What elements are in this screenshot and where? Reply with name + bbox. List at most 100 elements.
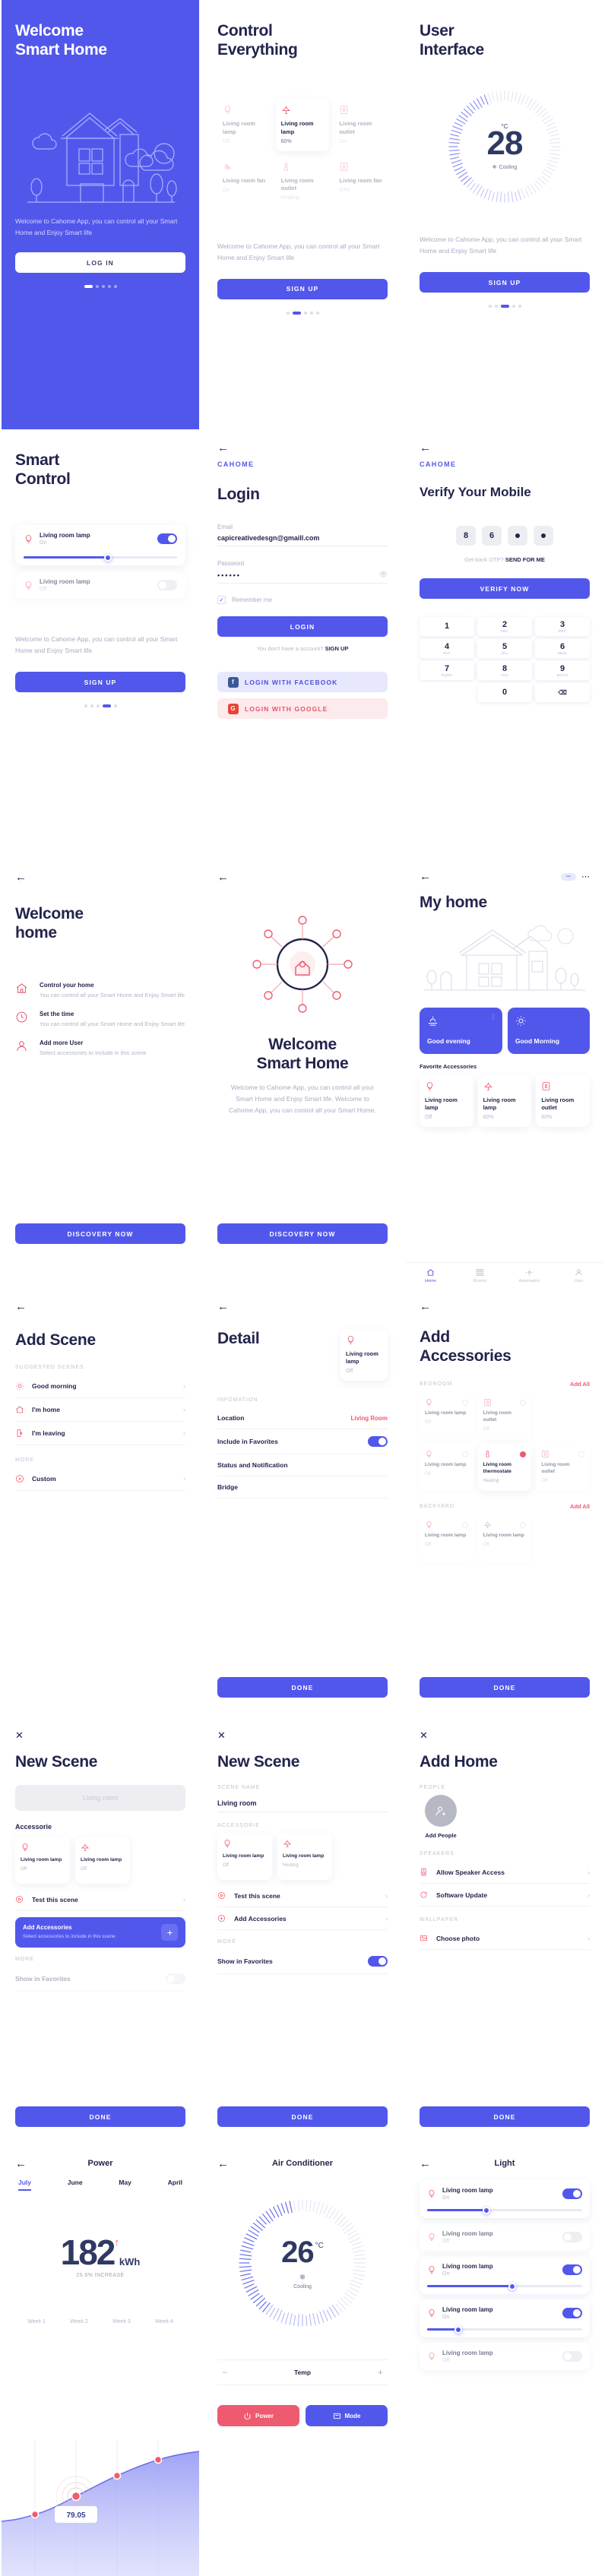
power-button[interactable]: Power <box>217 2405 299 2426</box>
signup-link[interactable]: SIGN UP <box>325 645 349 652</box>
scene-option[interactable]: I'm home › <box>15 1398 185 1422</box>
month-tabs[interactable]: July June May April <box>15 2179 185 2191</box>
pagination-dots[interactable] <box>15 704 185 708</box>
accessory-card[interactable]: Living room outlet Off <box>477 1392 532 1440</box>
back-arrow-icon[interactable]: ← <box>217 2158 229 2169</box>
key-2[interactable]: 2 ABC <box>477 617 532 636</box>
checkbox-checked-icon[interactable] <box>520 1451 527 1457</box>
email-field[interactable]: capicreativedesgn@gmaill.com <box>217 534 388 542</box>
key-7[interactable]: 7 PQRS <box>420 661 474 680</box>
minus-button[interactable]: − <box>222 2367 227 2378</box>
lamp-toggle[interactable] <box>562 2232 582 2242</box>
key-1[interactable]: 1 <box>420 617 474 636</box>
checkbox-icon[interactable] <box>461 1521 468 1528</box>
device-card[interactable]: Living room outlet Heating <box>275 155 330 207</box>
light-list[interactable]: Living room lamp On Living room lamp Off… <box>420 2180 590 2370</box>
done-button[interactable]: DONE <box>420 2106 590 2127</box>
scene-option-custom[interactable]: Custom › <box>15 1467 185 1492</box>
back-arrow-icon[interactable]: ← <box>217 872 229 883</box>
tab-april[interactable]: April <box>168 2179 182 2191</box>
key-8[interactable]: 8 TUV <box>477 661 532 680</box>
lamp-toggle[interactable] <box>562 2308 582 2318</box>
lamp-row[interactable]: Living room lamp On <box>420 2256 590 2294</box>
back-arrow-icon[interactable]: ← <box>420 2158 431 2169</box>
scene-option[interactable]: I'm leaving › <box>15 1422 185 1446</box>
accessory-card-selected[interactable]: Living room thermostate Heating <box>477 1444 532 1492</box>
detail-row-status[interactable]: Status and Notification <box>217 1454 388 1477</box>
favorites-toggle[interactable] <box>368 1956 388 1967</box>
lamp-row[interactable]: Living room lamp Off <box>420 2223 590 2251</box>
otp-box[interactable]: 6 <box>482 526 502 546</box>
scene-card-2[interactable]: Good Morning <box>508 1008 590 1055</box>
done-button[interactable]: DONE <box>15 2106 185 2127</box>
pagination-dots[interactable] <box>15 285 185 289</box>
done-button[interactable]: DONE <box>217 2106 388 2127</box>
back-arrow-icon[interactable]: ← <box>420 1301 431 1312</box>
key-3[interactable]: 3 DEF <box>535 617 590 636</box>
close-icon[interactable]: ✕ <box>217 1729 388 1742</box>
pagination-dots[interactable] <box>420 305 590 309</box>
menu-icon[interactable]: ⋯ <box>581 872 590 881</box>
accessory-card[interactable]: Living room outlet Off <box>536 1444 590 1492</box>
brightness-slider[interactable] <box>427 2282 582 2290</box>
back-arrow-icon[interactable]: ← <box>15 1301 27 1312</box>
accessory-card[interactable]: Living room lamp Off <box>420 1514 473 1562</box>
done-button[interactable]: DONE <box>217 1677 388 1698</box>
temperature-dial[interactable]: 26 °C ❄ Cooling <box>238 2198 367 2328</box>
login-button[interactable]: LOGIN <box>217 616 388 638</box>
add-accessories-tip[interactable]: Add Accessories Select accessories to in… <box>15 1917 185 1948</box>
device-toggle[interactable] <box>157 533 177 545</box>
software-update-row[interactable]: Software Update › <box>420 1884 590 1907</box>
test-scene-row[interactable]: Test this scene › <box>217 1885 388 1908</box>
add-icon[interactable] <box>161 1924 178 1941</box>
show-favorites-row[interactable]: Show in Favorites <box>15 1967 185 1992</box>
checkbox-icon[interactable] <box>461 1451 468 1457</box>
favorites-toggle[interactable] <box>166 1973 185 1985</box>
scene-name-input[interactable]: Living room <box>15 1785 185 1812</box>
backspace-icon[interactable]: ⌫ <box>535 683 590 702</box>
add-people-block[interactable]: Add People <box>420 1795 462 1839</box>
more-icon[interactable]: ⋮ <box>490 1014 496 1021</box>
back-arrow-icon[interactable]: ← <box>420 871 431 882</box>
avatar[interactable] <box>425 1795 457 1828</box>
key-9[interactable]: 9 WXYZ <box>535 661 590 680</box>
login-button[interactable]: LOG IN <box>15 252 185 274</box>
signup-button[interactable]: SIGN UP <box>15 672 185 693</box>
lamp-control-card-2[interactable]: Living room lamp Off <box>15 571 185 600</box>
otp-box[interactable] <box>534 526 553 546</box>
back-arrow-icon[interactable]: ← <box>420 442 431 454</box>
detail-row-bridge[interactable]: Bridge <box>217 1476 388 1499</box>
discovery-button[interactable]: DISCOVERY NOW <box>15 1223 185 1244</box>
lamp-toggle[interactable] <box>562 2351 582 2362</box>
checkbox-icon[interactable] <box>461 1399 468 1406</box>
device-card[interactable]: Living room lamp 60% <box>275 99 330 151</box>
nav-home[interactable]: Home <box>406 1263 455 1288</box>
device-card[interactable]: Living room outlet On <box>334 99 388 151</box>
back-arrow-icon[interactable]: ← <box>15 2158 27 2169</box>
speaker-access-row[interactable]: Allow Speaker Access › <box>420 1861 590 1885</box>
detail-row-favorites[interactable]: Include in Favorites <box>217 1429 388 1455</box>
otp-inputs[interactable]: 8 6 <box>420 526 590 546</box>
detail-row-location[interactable]: Location Living Room <box>217 1407 388 1430</box>
scene-name-input[interactable]: Living room <box>217 1795 388 1813</box>
accessory-card[interactable]: Living room lamp Off <box>75 1837 130 1885</box>
bottom-navigation[interactable]: Home Rooms Automation User <box>406 1262 603 1288</box>
accessory-card[interactable]: Living room lamp Heating <box>277 1833 332 1881</box>
tab-july[interactable]: July <box>18 2179 32 2191</box>
add-all-button-2[interactable]: Add All <box>570 1503 590 1510</box>
favorite-accessories[interactable]: Living room lamp Off Living room lamp 60… <box>420 1075 590 1128</box>
back-arrow-icon[interactable]: ← <box>217 442 229 454</box>
otp-box[interactable] <box>508 526 527 546</box>
add-accessories-row[interactable]: Add Accessories › <box>217 1907 388 1931</box>
lamp-control-card[interactable]: Living room lamp On <box>15 525 185 566</box>
close-icon[interactable]: ✕ <box>420 1729 590 1742</box>
scene-option[interactable]: Good morning › <box>15 1375 185 1399</box>
lamp-toggle[interactable] <box>562 2264 582 2275</box>
numeric-keypad[interactable]: 1 2 ABC 3 DEF 4 GHI 5 JKL 6 MNO 7 PQRS 8 TUV 9W… <box>420 617 590 702</box>
checkbox-icon[interactable] <box>578 1451 584 1457</box>
device-card[interactable]: Living room fan 60% <box>334 155 388 207</box>
thermostat-dial[interactable]: °C 28 ❄ Cooling <box>448 90 562 204</box>
accessory-card[interactable]: Living room lamp Off <box>420 1444 473 1492</box>
checkbox-icon[interactable] <box>520 1521 527 1528</box>
key-5[interactable]: 5 JKL <box>477 639 532 658</box>
